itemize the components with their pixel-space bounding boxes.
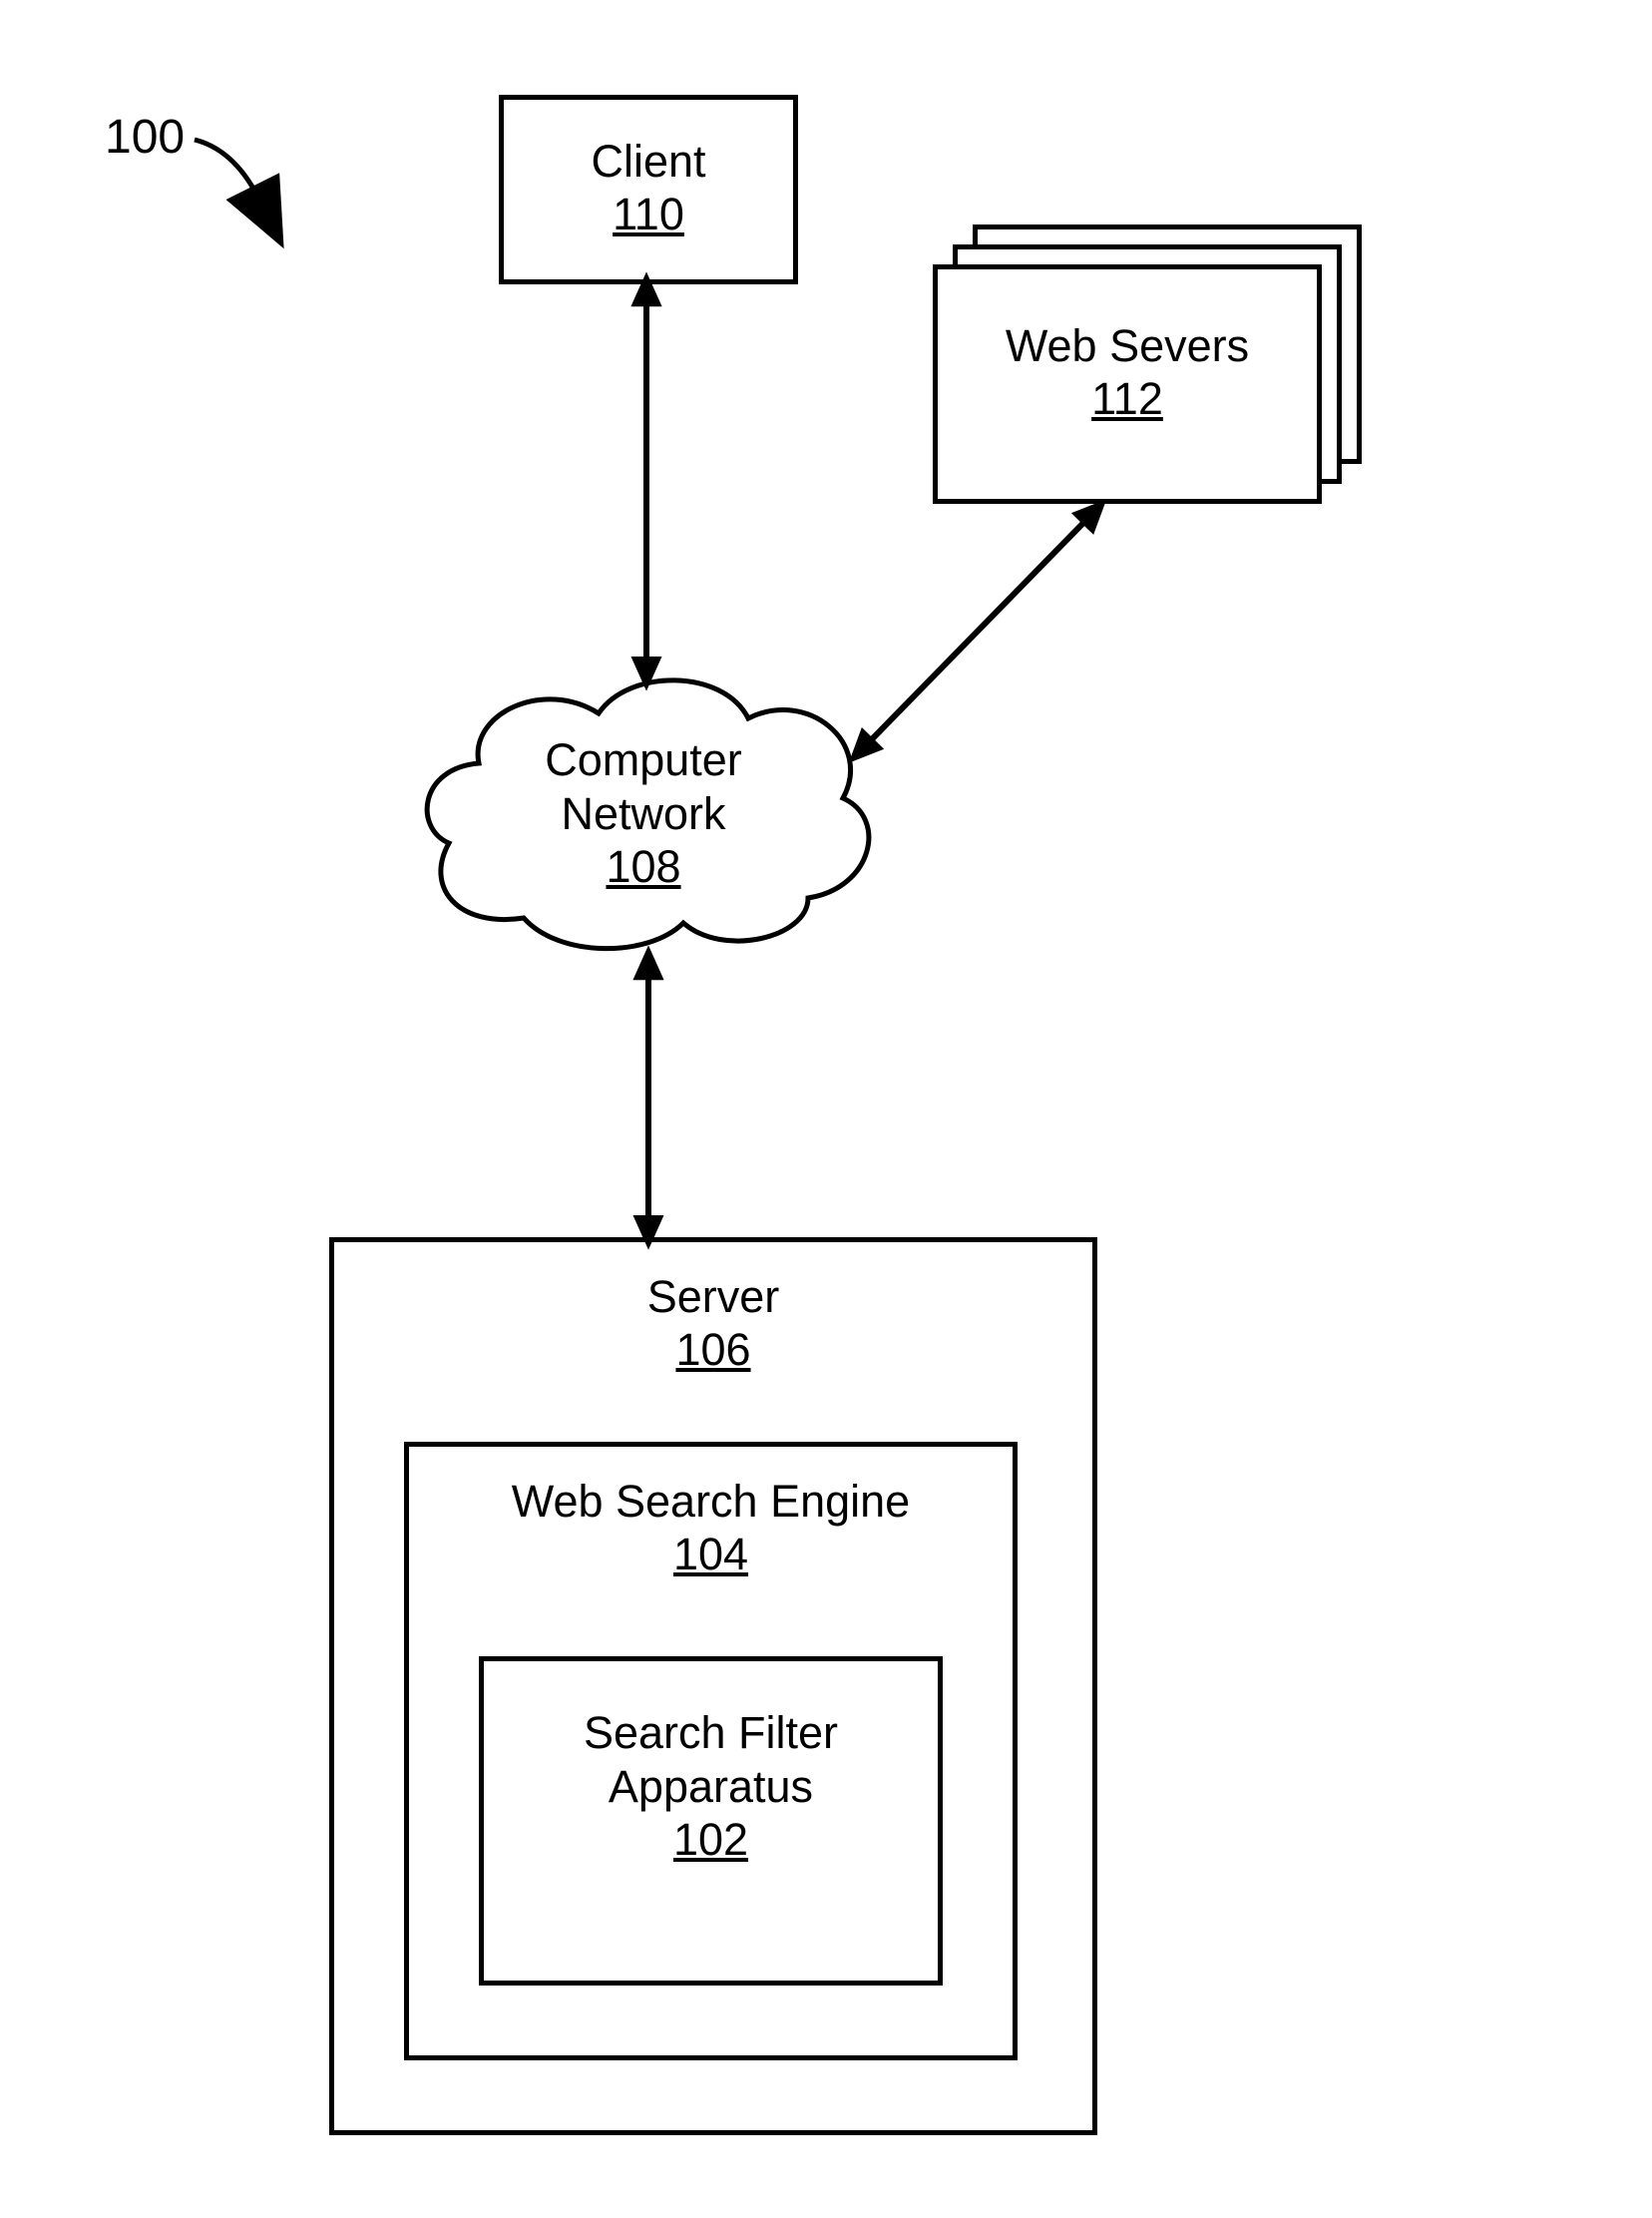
webservers-box: Web Severs 112 (933, 264, 1322, 504)
diagram-canvas: 100 Client 110 Web Severs 112 Computer N… (0, 0, 1652, 2218)
network-line2: Network (404, 787, 883, 841)
network-line1: Computer (404, 733, 883, 787)
engine-box: Web Search Engine 104 Search Filter Appa… (404, 1442, 1018, 2060)
server-num: 106 (334, 1324, 1092, 1376)
apparatus-box: Search Filter Apparatus 102 (479, 1656, 943, 1986)
client-box: Client 110 (499, 95, 798, 284)
network-num: 108 (404, 841, 883, 893)
webservers-title: Web Severs (1006, 319, 1249, 373)
server-box: Server 106 Web Search Engine 104 Search … (329, 1237, 1097, 2135)
client-num: 110 (613, 189, 684, 240)
server-title: Server (334, 1270, 1092, 1324)
client-title: Client (591, 135, 705, 189)
engine-title: Web Search Engine (409, 1475, 1013, 1529)
apparatus-num: 102 (673, 1814, 748, 1866)
network-cloud: Computer Network 108 (404, 639, 883, 968)
apparatus-line2: Apparatus (609, 1760, 813, 1814)
apparatus-line1: Search Filter (584, 1706, 838, 1760)
engine-num: 104 (409, 1529, 1013, 1580)
arrow-network-webservers (868, 519, 1087, 743)
figure-number: 100 (105, 110, 185, 165)
webservers-num: 112 (1091, 373, 1163, 425)
